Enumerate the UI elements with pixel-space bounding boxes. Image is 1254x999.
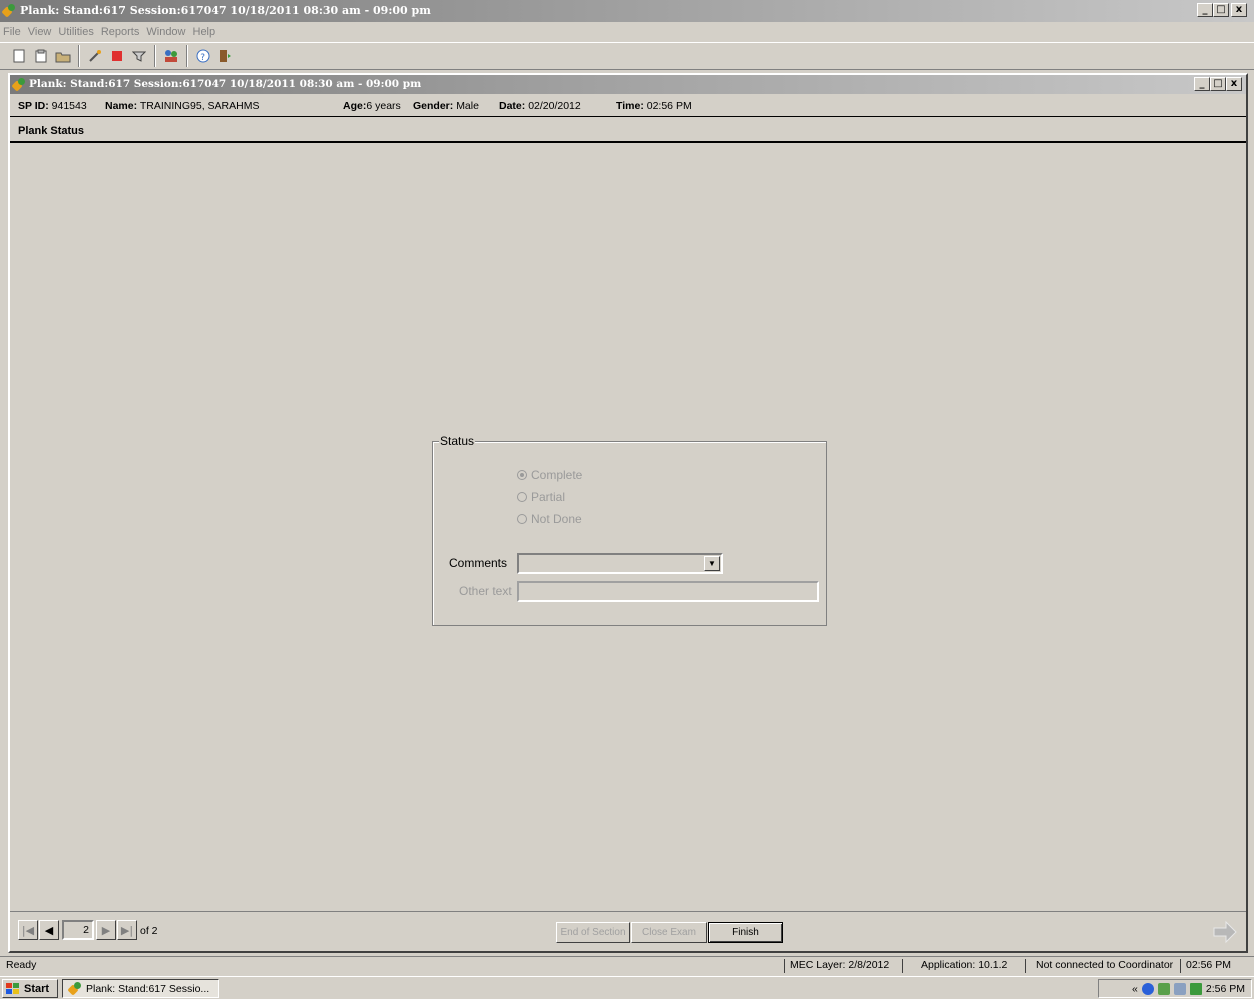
exit-door-icon[interactable] <box>214 45 236 67</box>
radio-partial-dot[interactable] <box>517 492 527 502</box>
status-ready: Ready <box>6 959 37 971</box>
toolbar: ? <box>0 42 1254 70</box>
stop-icon[interactable] <box>106 45 128 67</box>
comments-dropdown[interactable]: ▼ <box>517 553 723 574</box>
radio-not-done-dot[interactable] <box>517 514 527 524</box>
menu-utilities[interactable]: Utilities <box>58 26 93 38</box>
status-application: Application: 10.1.2 <box>921 959 1008 971</box>
menu-reports[interactable]: Reports <box>101 26 140 38</box>
plank-app-icon <box>67 982 82 996</box>
child-maximize-button[interactable]: □ <box>1210 77 1226 91</box>
radio-complete[interactable]: Complete <box>517 468 582 482</box>
sp-id-value: 941543 <box>51 100 87 112</box>
status-coordinator: Not connected to Coordinator <box>1036 959 1174 971</box>
taskbar-item-plank[interactable]: Plank: Stand:617 Sessio... <box>62 979 219 998</box>
app-title: Plank: Stand:617 Session:617047 10/18/20… <box>20 4 431 17</box>
windows-logo-icon <box>6 982 19 994</box>
status-group: Status Complete Partial Not Done Comment… <box>432 434 827 626</box>
menu-bar: File View Utilities Reports Window Help <box>0 22 1254 41</box>
radio-partial-label: Partial <box>531 490 566 504</box>
gender-value: Male <box>456 100 479 112</box>
close-exam-button[interactable]: Close Exam <box>631 922 707 943</box>
wand-icon[interactable] <box>84 45 106 67</box>
menu-window[interactable]: Window <box>146 26 185 38</box>
status-time: 02:56 PM <box>1186 959 1231 971</box>
comments-label: Comments <box>449 556 508 570</box>
status-mec-layer: MEC Layer: 2/8/2012 <box>790 959 890 971</box>
system-tray: « 2:56 PM <box>1098 979 1252 998</box>
page-count-label: of 2 <box>140 925 158 937</box>
exam-window-title-bar: Plank: Stand:617 Session:617047 10/18/20… <box>10 75 1246 94</box>
other-text-field[interactable] <box>517 581 819 602</box>
menu-view[interactable]: View <box>28 26 52 38</box>
close-button[interactable]: x <box>1231 3 1247 17</box>
first-page-button[interactable]: |◀ <box>18 920 38 940</box>
filter-icon[interactable] <box>128 45 150 67</box>
radio-complete-label: Complete <box>531 468 583 482</box>
age-label: Age: <box>343 100 367 112</box>
start-button[interactable]: Start <box>2 979 58 998</box>
last-page-button[interactable]: ▶| <box>117 920 137 940</box>
prev-page-button[interactable]: ◀ <box>39 920 59 940</box>
sp-id-label: SP ID: <box>18 100 49 112</box>
navigation-bar: |◀ ◀ 2 ▶ ▶| of 2 End of Section Close Ex… <box>10 911 1246 951</box>
radio-not-done-label: Not Done <box>531 512 582 526</box>
radio-complete-dot[interactable] <box>517 470 527 480</box>
time-label: Time: <box>616 100 644 112</box>
shield-icon[interactable] <box>1157 982 1170 995</box>
restore-button[interactable]: □ <box>1213 3 1229 17</box>
page-number: 2 <box>83 924 89 936</box>
time-value: 02:56 PM <box>646 100 692 112</box>
app-title-bar: Plank: Stand:617 Session:617047 10/18/20… <box>0 0 1254 22</box>
status-bar: Ready MEC Layer: 2/8/2012 Application: 1… <box>0 956 1254 974</box>
child-close-button[interactable]: x <box>1226 77 1242 91</box>
open-folder-icon[interactable] <box>52 45 74 67</box>
exam-window-title: Plank: Stand:617 Session:617047 10/18/20… <box>29 78 422 90</box>
start-label: Start <box>24 982 50 995</box>
section-title: Plank Status <box>10 119 1246 143</box>
age-value: 6 years <box>366 100 401 112</box>
child-minimize-button[interactable]: _ <box>1194 77 1210 91</box>
volume-icon[interactable] <box>1189 982 1202 995</box>
name-label: Name: <box>105 100 138 112</box>
end-of-section-button[interactable]: End of Section <box>556 922 630 943</box>
chevron-down-icon[interactable]: ▼ <box>704 556 720 571</box>
people-icon[interactable] <box>160 45 182 67</box>
clipboard-icon[interactable] <box>30 45 52 67</box>
date-label: Date: <box>499 100 526 112</box>
printer-icon[interactable] <box>1173 982 1186 995</box>
exam-window: Plank: Stand:617 Session:617047 10/18/20… <box>8 73 1248 953</box>
new-doc-icon[interactable] <box>8 45 30 67</box>
radio-not-done[interactable]: Not Done <box>517 512 582 526</box>
tray-expand-icon[interactable]: « <box>1132 983 1138 995</box>
app-icon <box>1 4 16 18</box>
svg-text:?: ? <box>200 53 205 63</box>
network-globe-icon[interactable] <box>1141 982 1154 995</box>
name-value: TRAINING95, SARAHMS <box>139 100 260 112</box>
next-page-button[interactable]: ▶ <box>96 920 116 940</box>
exam-window-icon <box>11 78 26 92</box>
date-value: 02/20/2012 <box>528 100 581 112</box>
menu-file[interactable]: File <box>3 26 21 38</box>
tray-clock: 2:56 PM <box>1205 982 1245 995</box>
finish-button[interactable]: Finish <box>708 922 783 943</box>
other-text-label: Other text <box>459 584 512 598</box>
next-arrow-icon[interactable] <box>1210 918 1240 946</box>
radio-partial[interactable]: Partial <box>517 490 565 504</box>
help-icon[interactable]: ? <box>192 45 214 67</box>
menu-help[interactable]: Help <box>193 26 216 38</box>
taskbar: Start Plank: Stand:617 Sessio... « 2:56 … <box>0 976 1254 999</box>
participant-info-bar: SP ID: 941543 Name: TRAINING95, SARAHMS … <box>10 95 1246 117</box>
gender-label: Gender: <box>413 100 454 112</box>
minimize-button[interactable]: _ <box>1197 3 1213 17</box>
status-group-label: Status <box>439 434 476 448</box>
taskbar-item-label: Plank: Stand:617 Sessio... <box>86 982 210 995</box>
page-number-field[interactable]: 2 <box>62 920 94 940</box>
